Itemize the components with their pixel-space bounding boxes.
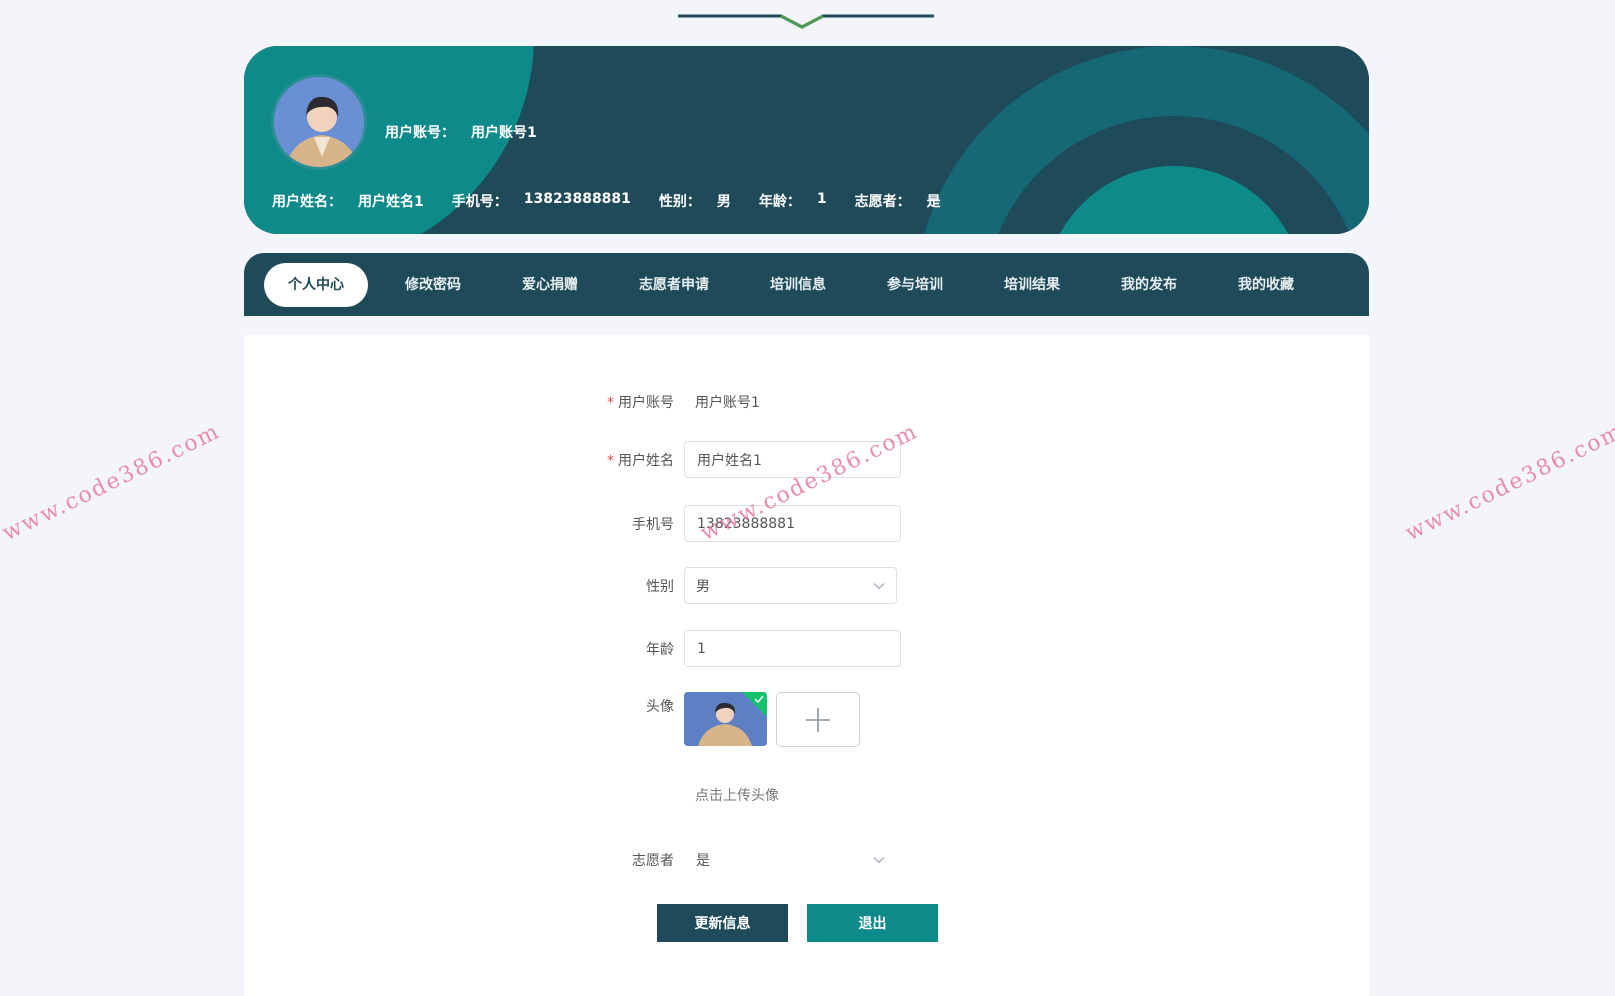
volunteer-selected-value: 是 xyxy=(696,852,710,869)
avatar-upload-button[interactable] xyxy=(776,692,860,747)
form-row-account: * 用户账号 用户账号1 xyxy=(244,387,760,417)
avatar-upload-thumbnail[interactable] xyxy=(684,692,767,746)
required-mark: * xyxy=(607,395,614,411)
watermark: www.code386.com xyxy=(0,418,225,547)
update-info-button[interactable]: 更新信息 xyxy=(657,904,788,942)
plus-icon xyxy=(806,707,830,732)
header-age: 年龄： 1 xyxy=(759,191,827,211)
tab-volunteer-application[interactable]: 志愿者申请 xyxy=(615,263,733,307)
form-row-avatar: 头像 xyxy=(244,692,860,747)
header-volunteer-label: 志愿者： xyxy=(854,194,911,210)
header-account: 用户账号： 用户账号1 xyxy=(385,122,537,142)
gender-field-label: 性别 xyxy=(646,578,674,595)
header-gender-value: 男 xyxy=(716,194,731,210)
form-row-name: * 用户姓名 xyxy=(244,441,901,478)
header-name: 用户姓名： 用户姓名1 xyxy=(272,191,424,211)
volunteer-select[interactable]: 是 xyxy=(684,841,897,878)
form-row-phone: 手机号 xyxy=(244,505,901,542)
form-row-gender: 性别 男 xyxy=(244,567,897,604)
header-age-value: 1 xyxy=(816,191,827,207)
form-row-age: 年龄 xyxy=(244,630,901,667)
tab-my-favorites[interactable]: 我的收藏 xyxy=(1214,263,1318,307)
header-account-label: 用户账号： xyxy=(385,125,455,141)
tab-change-password[interactable]: 修改密码 xyxy=(381,263,485,307)
profile-avatar xyxy=(271,74,367,170)
profile-form-panel: *用户账号 用户账号1 *用户姓名 手机号 性别 男 年龄 头像 xyxy=(244,335,1369,996)
profile-header-card: 用户账号： 用户账号1 用户姓名： 用户姓名1 手机号： 13823888881 性别… xyxy=(244,46,1369,234)
account-value: 用户账号1 xyxy=(695,395,760,411)
tab-my-posts[interactable]: 我的发布 xyxy=(1097,263,1201,307)
tab-join-training[interactable]: 参与培训 xyxy=(863,263,967,307)
header-info-row: 用户姓名： 用户姓名1 手机号： 13823888881 性别： 男 年龄： 1 志愿者… xyxy=(272,191,941,211)
header-phone-label: 手机号： xyxy=(451,194,508,210)
required-mark: * xyxy=(607,452,614,469)
header-name-value: 用户姓名1 xyxy=(358,194,424,210)
profile-nav-bar: 个人中心 修改密码 爱心捐赠 志愿者申请 培训信息 参与培训 培训结果 我的发布… xyxy=(244,253,1369,316)
name-field-label: * 用户姓名 xyxy=(607,452,674,469)
tab-training-results[interactable]: 培训结果 xyxy=(980,263,1084,307)
header-name-label: 用户姓名： xyxy=(272,194,342,210)
header-phone-value: 13823888881 xyxy=(523,191,631,207)
check-icon xyxy=(754,695,764,703)
gender-selected-value: 男 xyxy=(696,578,710,595)
top-divider-decoration xyxy=(678,14,934,29)
tab-training-info[interactable]: 培训信息 xyxy=(746,263,850,307)
tab-personal-center[interactable]: 个人中心 xyxy=(264,262,368,307)
age-field[interactable] xyxy=(684,630,901,667)
header-volunteer: 志愿者： 是 xyxy=(855,191,941,211)
gender-select[interactable]: 男 xyxy=(684,567,897,604)
header-phone: 手机号： 13823888881 xyxy=(452,191,631,211)
avatar-upload-hint: 点击上传头像 xyxy=(695,788,779,804)
form-row-volunteer: 志愿者 是 xyxy=(244,841,897,878)
header-gender: 性别： 男 xyxy=(659,191,731,211)
phone-field-label: 手机号 xyxy=(632,516,674,533)
phone-field[interactable] xyxy=(684,505,901,542)
age-field-label: 年龄 xyxy=(646,641,674,658)
header-account-value: 用户账号1 xyxy=(471,125,537,141)
chevron-down-icon xyxy=(873,582,885,589)
tab-donation[interactable]: 爱心捐赠 xyxy=(498,263,602,307)
header-age-label: 年龄： xyxy=(758,194,801,210)
chevron-down-icon xyxy=(873,856,885,863)
header-volunteer-value: 是 xyxy=(926,194,941,210)
account-field-label: * 用户账号 xyxy=(607,395,674,411)
volunteer-field-label: 志愿者 xyxy=(632,852,674,869)
watermark: www.code386.com xyxy=(1401,418,1615,547)
header-gender-label: 性别： xyxy=(658,194,701,210)
exit-button[interactable]: 退出 xyxy=(807,904,938,942)
avatar-field-label: 头像 xyxy=(646,699,674,715)
name-field[interactable] xyxy=(684,441,901,478)
